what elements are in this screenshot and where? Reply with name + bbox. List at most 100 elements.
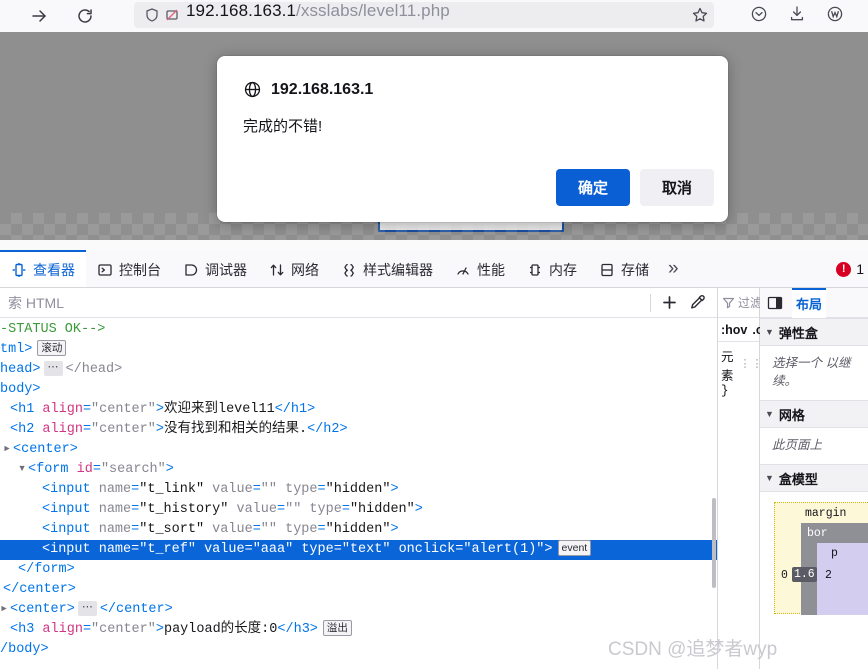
console-icon [98, 263, 112, 276]
input-type-value: "hidden" [349, 502, 415, 517]
tab-console-label: 控制台 [119, 261, 161, 278]
layout-pane: 布局 ▼ 弹性盒 选择一个 以继续。 ▼ 网格 此页面上 ▼ 盒模型 margi… [760, 287, 868, 669]
h2-attr-value: "center" [91, 422, 156, 437]
tree-row-h2[interactable]: <h2 align="center">没有找到和相关的结果.</h2> [0, 420, 717, 440]
input-value-attr: value [212, 482, 253, 497]
form-attr-name: id [76, 462, 93, 477]
box-model-value-2[interactable]: 2 [825, 569, 832, 582]
element-selector[interactable]: 元素 [721, 346, 734, 384]
markup-pane: 索 HTML -STATUS OK--> tml> 滚动 head> ⋯ </h… [0, 288, 718, 669]
form-attr-value: "search" [100, 462, 166, 477]
tab-performance[interactable]: 性能 [444, 250, 516, 287]
tree-row-form-close[interactable]: </form> [0, 560, 717, 580]
input-value-value: "" [285, 502, 302, 517]
tree-row-input-t-sort[interactable]: <input name="t_sort" value="" type="hidd… [0, 520, 717, 540]
toolbar-divider [650, 293, 651, 312]
input-name-value: "t_history" [139, 502, 229, 517]
save-to-pocket-icon[interactable] [750, 5, 768, 28]
tree-row-input-t-ref-selected[interactable]: <input name="t_ref" value="aaa" type="te… [0, 540, 717, 560]
tree-row-h1[interactable]: <h1 align="center">欢迎来到level11</h1> [0, 400, 717, 420]
downloads-icon[interactable] [788, 5, 806, 28]
input-type-attr: type [285, 522, 318, 537]
tab-performance-label: 性能 [477, 261, 505, 278]
triangle-down-icon: ▼ [765, 409, 774, 419]
event-badge[interactable]: event [557, 540, 592, 556]
debugger-icon [185, 263, 198, 276]
body-close-tag: /body> [0, 642, 49, 657]
dialog-ok-button[interactable]: 确定 [555, 169, 630, 206]
tree-row-center-open[interactable]: ▸ <center> [0, 440, 717, 460]
tree-row-center-close[interactable]: </center> [0, 580, 717, 600]
panel-toggle-icon[interactable] [764, 293, 786, 313]
tree-row-input-t-history[interactable]: <input name="t_history" value="" type="h… [0, 500, 717, 520]
tab-console[interactable]: 控制台 [86, 250, 172, 287]
tab-layout[interactable]: 布局 [792, 287, 827, 318]
tree-row-head[interactable]: head> ⋯ </head> [0, 360, 717, 380]
filter-icon [722, 296, 735, 309]
eyedropper-icon[interactable] [683, 290, 711, 316]
bookmark-star-icon[interactable] [686, 2, 714, 28]
tab-inspector[interactable]: 查看器 [0, 250, 86, 287]
dialog-origin: 192.168.163.1 [271, 80, 374, 98]
input-tag-name: input [50, 482, 91, 497]
chevron-double-right-icon[interactable]: » [660, 250, 687, 287]
box-model-value-highlight[interactable]: 1.6 [792, 567, 817, 582]
element-rule-close: } [721, 384, 729, 398]
storage-icon [601, 263, 613, 276]
html-tree[interactable]: -STATUS OK--> tml> 滚动 head> ⋯ </head> body>… [0, 318, 717, 669]
forward-arrow-icon[interactable] [22, 3, 56, 29]
tab-storage[interactable]: 存储 [588, 250, 660, 287]
rules-pane: 过滤样 :hov .cl 元素 ⋮⋮ } [718, 288, 774, 669]
tree-row-body-close[interactable]: /body> [0, 640, 717, 660]
alert-dialog: 192.168.163.1 完成的不错! 确定 取消 [217, 56, 728, 222]
box-model-margin[interactable]: margin bor p 0 1.6 2 [774, 502, 868, 615]
tree-row-input-t-link[interactable]: <input name="t_link" value="" type="hidd… [0, 480, 717, 500]
url-host: 192.168.163.1 [186, 2, 297, 20]
tree-row-h3[interactable]: <h3 align="center">payload的长度:0</h3> 溢出 [0, 620, 717, 640]
tab-network[interactable]: 网络 [258, 250, 330, 287]
input-value-value: "aaa" [252, 542, 294, 557]
reload-icon[interactable] [68, 3, 102, 29]
error-counter[interactable]: ! 1 [836, 250, 868, 288]
tree-row-body[interactable]: body> [0, 380, 717, 400]
input-type-attr: type [301, 542, 334, 557]
margin-label: margin [805, 507, 847, 520]
tab-memory[interactable]: 内存 [516, 250, 588, 287]
expand-twisty-icon[interactable]: ▸ [3, 440, 13, 460]
viewport-bottom-strip [0, 240, 868, 250]
tree-row-form-open[interactable]: ▾ <form id="search"> [0, 460, 717, 480]
tab-inspector-label: 查看器 [33, 261, 75, 278]
blocked-permission-icon[interactable] [162, 5, 182, 25]
input-name-attr: name [98, 542, 132, 557]
head-close-tag: </head> [65, 362, 123, 377]
account-icon[interactable] [826, 5, 844, 28]
hover-toggle[interactable]: :hov [721, 323, 747, 337]
tab-debugger-label: 调试器 [205, 261, 247, 278]
tree-scrollbar[interactable] [711, 318, 717, 669]
tree-row-doctype-comment[interactable]: -STATUS OK--> [0, 320, 717, 340]
tab-storage-label: 存储 [621, 261, 649, 278]
tab-debugger[interactable]: 调试器 [172, 250, 258, 287]
tree-row-html[interactable]: tml> 滚动 [0, 340, 717, 360]
input-value-value: "" [260, 522, 277, 537]
box-model-value-0[interactable]: 0 [781, 569, 788, 582]
collapsed-ellipsis-icon[interactable]: ⋯ [77, 601, 97, 616]
collapsed-ellipsis-icon[interactable]: ⋯ [43, 361, 63, 376]
input-type-value: "text" [341, 542, 391, 557]
section-flexbox-header[interactable]: ▼ 弹性盒 [760, 318, 868, 346]
tree-row-center-collapsed[interactable]: ▸ <center> ⋯ </center> [0, 600, 717, 620]
border-label: bor [807, 527, 828, 540]
dialog-cancel-button[interactable]: 取消 [639, 169, 714, 206]
dialog-actions: 确定 取消 [555, 169, 714, 206]
search-html-input[interactable]: 索 HTML [6, 293, 646, 313]
section-grid-header[interactable]: ▼ 网格 [760, 400, 868, 428]
expand-twisty-icon[interactable]: ▸ [0, 600, 10, 620]
collapse-twisty-icon[interactable]: ▾ [18, 460, 28, 480]
plus-icon[interactable] [655, 290, 683, 316]
rules-toolbar: 过滤样 [718, 288, 774, 318]
tab-style-editor[interactable]: 样式编辑器 [330, 250, 444, 287]
browser-right-icons [750, 0, 844, 32]
element-rule: 元素 ⋮⋮ } [718, 342, 763, 402]
address-bar[interactable]: 192.168.163.1/xsslabs/level11.php [134, 2, 714, 28]
section-boxmodel-header[interactable]: ▼ 盒模型 [760, 464, 868, 492]
